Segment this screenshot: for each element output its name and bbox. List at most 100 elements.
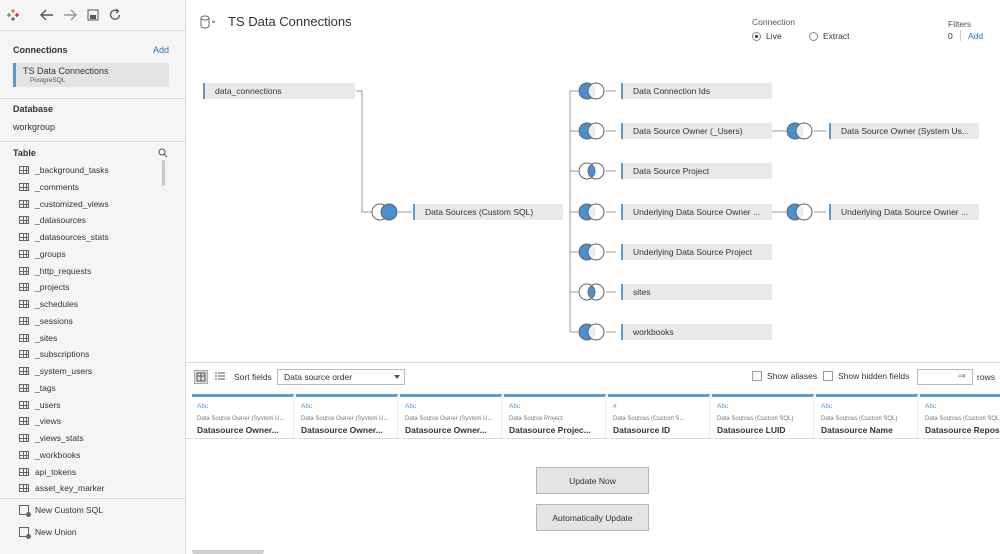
table-list-item[interactable]: _views_stats — [19, 430, 159, 446]
canvas-table[interactable]: Data Connection Ids — [621, 83, 772, 99]
list-view-icon[interactable] — [214, 370, 228, 384]
arrow-right-icon[interactable]: ⇒ — [958, 371, 966, 382]
database-divider — [0, 141, 186, 142]
table-list-item-label: _tags — [35, 382, 56, 393]
table-list-item[interactable]: _comments — [19, 179, 159, 195]
field-name: Datasource Reposi... — [925, 425, 1000, 435]
table-list-item-label: _sites — [35, 332, 58, 343]
table-data-sources-custom-sql[interactable]: Data Sources (Custom SQL) — [413, 204, 563, 220]
join-icon[interactable] — [577, 81, 607, 101]
table-list-item-label: _users — [35, 399, 61, 410]
toolbar — [0, 0, 186, 30]
page-title[interactable]: TS Data Connections — [228, 14, 352, 29]
join-icon[interactable] — [577, 202, 607, 222]
field-column-header[interactable]: Abc Data Sources (Custom SQL) Datasource N… — [816, 394, 918, 438]
database-selector[interactable]: workgroup — [13, 122, 55, 132]
table-list-divider — [0, 498, 186, 499]
search-icon[interactable] — [158, 148, 168, 158]
table-icon — [19, 450, 29, 459]
extract-radio[interactable]: Extract — [809, 31, 849, 41]
table-list-item-label: _system_users — [35, 366, 93, 376]
canvas-table[interactable]: Underlying Data Source Owner ... — [829, 204, 979, 220]
back-arrow-icon[interactable] — [38, 6, 56, 24]
table-list-item[interactable]: _subscriptions — [19, 346, 159, 362]
join-icon[interactable] — [577, 282, 607, 302]
show-hidden-checkbox[interactable]: Show hidden fields — [823, 371, 909, 381]
forward-arrow-icon[interactable] — [61, 6, 79, 24]
filters-add-link[interactable]: Add — [968, 31, 983, 41]
table-list-item[interactable]: _sites — [19, 330, 159, 346]
table-list-item[interactable]: _workbooks — [19, 447, 159, 463]
table-list-item[interactable]: _datasources_stats — [19, 229, 159, 245]
join-icon[interactable] — [577, 242, 607, 262]
table-list-item[interactable]: _users — [19, 397, 159, 413]
rows-input[interactable]: ⇒ — [917, 369, 973, 385]
join-icon[interactable] — [577, 121, 607, 141]
canvas-table[interactable]: Underlying Data Source Project — [621, 244, 772, 260]
canvas-table[interactable]: Underlying Data Source Owner ... — [621, 204, 772, 220]
table-list-item[interactable]: _datasources — [19, 212, 159, 228]
table-list-item-label: asset_key_marker — [35, 483, 105, 494]
join-icon[interactable] — [577, 161, 607, 181]
field-type: Abc — [925, 403, 937, 410]
table-list-item[interactable]: asset_key_marker — [19, 480, 159, 496]
add-connection-link[interactable]: Add — [153, 45, 169, 55]
table-list-item[interactable]: _background_tasks — [19, 162, 159, 178]
table-list-item-label: _projects — [35, 282, 70, 293]
chevron-down-icon — [394, 375, 400, 379]
new-union-item[interactable]: New Union — [19, 524, 77, 540]
automatically-update-button[interactable]: Automatically Update — [536, 504, 649, 531]
tableau-logo-icon[interactable] — [4, 6, 22, 24]
table-icon — [19, 484, 29, 493]
join-icon[interactable] — [577, 322, 607, 342]
field-column-header[interactable]: Abc Data Source Owner (System U... Datasou… — [400, 394, 502, 438]
sort-fields-select[interactable]: Data source order — [277, 369, 405, 385]
table-list-item-label: _groups — [35, 248, 66, 259]
field-column-header[interactable]: Abc Data Source Owner (System U... Datasou… — [296, 394, 398, 438]
connection-item[interactable]: TS Data Connections PostgreSQL — [13, 63, 169, 87]
table-list-item[interactable]: _groups — [19, 246, 159, 262]
table-list-item[interactable]: _system_users — [19, 363, 159, 379]
table-data-connections[interactable]: data_connections — [203, 83, 355, 99]
table-icon — [19, 182, 29, 191]
field-column-header[interactable]: Abc Data Sources (Custom SQL) Datasource L… — [712, 394, 814, 438]
field-source: Data Sources (Custom SQL) — [925, 416, 1000, 422]
table-list-item[interactable]: _views — [19, 413, 159, 429]
join-icon[interactable] — [785, 202, 815, 222]
show-aliases-checkbox[interactable]: Show aliases — [752, 371, 817, 381]
data-source-icon[interactable] — [200, 15, 216, 29]
canvas-table[interactable]: Data Source Owner (System Us... — [829, 123, 979, 139]
fields-header: Abc Data Source Owner (System U... Datasou… — [192, 394, 1000, 438]
field-column-header[interactable]: Abc Data Source Project Datasource Projec.… — [504, 394, 606, 438]
canvas-table[interactable]: sites — [621, 284, 772, 300]
table-list-item[interactable]: _projects — [19, 279, 159, 295]
field-column-header[interactable]: Abc Data Source Owner (System U... Datasou… — [192, 394, 294, 438]
canvas-table[interactable]: workbooks — [621, 324, 772, 340]
table-list-item[interactable]: api_tokens — [19, 464, 159, 480]
field-column-header[interactable]: Abc Data Sources (Custom SQL) Datasource R… — [920, 394, 1000, 438]
table-list-item-label: _customized_views — [35, 198, 109, 209]
refresh-icon[interactable] — [106, 6, 124, 24]
horizontal-scrollbar[interactable] — [192, 550, 264, 554]
connections-divider — [0, 98, 186, 99]
field-name: Datasource Owner... — [301, 425, 383, 435]
show-hidden-box — [823, 371, 833, 381]
table-list-scrollbar[interactable] — [162, 160, 165, 186]
grid-view-icon[interactable] — [194, 370, 208, 384]
table-icon — [19, 383, 29, 392]
live-radio[interactable]: Live — [752, 31, 782, 41]
join-icon[interactable] — [785, 121, 815, 141]
join-icon-mid[interactable] — [370, 202, 400, 222]
table-list-item[interactable]: _schedules — [19, 296, 159, 312]
save-icon[interactable] — [84, 6, 102, 24]
field-column-header[interactable]: # Data Sources (Custom S... Datasource ID — [608, 394, 710, 438]
table-list-item[interactable]: _customized_views — [19, 196, 159, 212]
table-list-item[interactable]: _tags — [19, 380, 159, 396]
table-list-item[interactable]: _sessions — [19, 313, 159, 329]
canvas-table[interactable]: Data Source Owner (_Users) — [621, 123, 772, 139]
table-list-item[interactable]: _http_requests — [19, 263, 159, 279]
canvas-table[interactable]: Data Source Project — [621, 163, 772, 179]
new-custom-sql-item[interactable]: New Custom SQL — [19, 502, 103, 518]
update-now-button[interactable]: Update Now — [536, 467, 649, 494]
show-hidden-label: Show hidden fields — [838, 371, 910, 381]
